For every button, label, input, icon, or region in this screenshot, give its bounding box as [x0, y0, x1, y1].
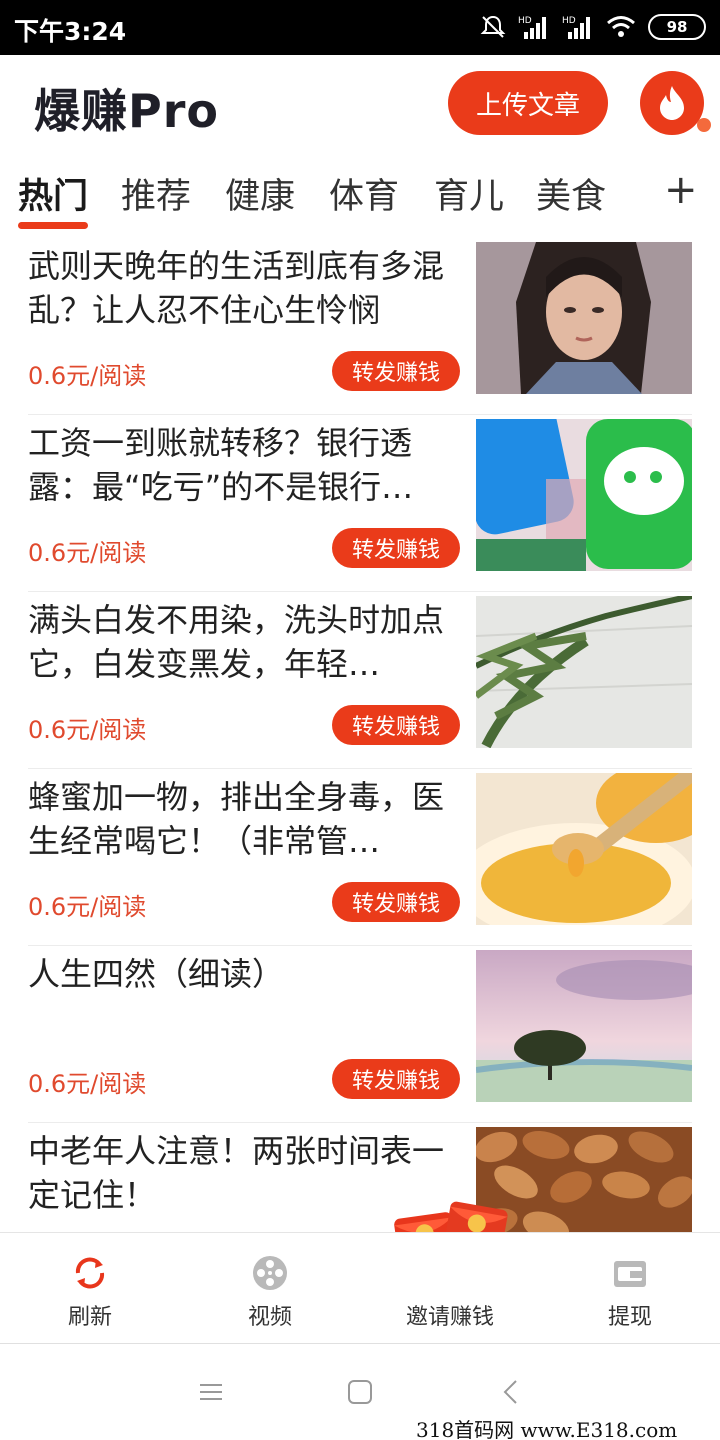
network-label-2: HD — [562, 16, 576, 26]
article-title: 人生四然（细读） — [28, 955, 285, 993]
article-reward: 0.6元/阅读 — [28, 1070, 147, 1098]
share-earn-button[interactable]: 转发赚钱 — [332, 351, 460, 391]
share-earn-button[interactable]: 转发赚钱 — [332, 705, 460, 745]
share-earn-button[interactable]: 转发赚钱 — [332, 1059, 460, 1099]
tab-sports[interactable]: 体育 — [329, 168, 399, 219]
share-earn-button[interactable]: 转发赚钱 — [332, 882, 460, 922]
home-icon[interactable] — [345, 1377, 375, 1407]
nav-refresh[interactable]: 刷新 — [0, 1233, 180, 1345]
status-icons: HD HD 98 — [480, 10, 706, 44]
nav-label: 刷新 — [67, 1305, 112, 1330]
add-tab-button[interactable]: + — [664, 170, 698, 210]
article-thumbnail — [476, 242, 692, 394]
tab-hot[interactable]: 热门 — [18, 168, 88, 219]
share-earn-button[interactable]: 转发赚钱 — [332, 528, 460, 568]
fire-icon — [660, 86, 684, 120]
nav-withdraw[interactable]: 提现 — [540, 1233, 720, 1345]
article-reward: 0.6元/阅读 — [28, 893, 147, 921]
nav-label: 视频 — [247, 1305, 292, 1330]
menu-icon[interactable] — [196, 1377, 226, 1407]
nav-label: 邀请赚钱 — [405, 1305, 494, 1330]
status-time: 下午3:24 — [14, 17, 127, 46]
wallet-icon — [614, 1261, 646, 1287]
article-thumbnail — [476, 950, 692, 1102]
article-title: 蜂蜜加一物，排出全身毒，医生经常喝它！（非常管… — [28, 778, 445, 860]
article-thumbnail — [476, 773, 692, 925]
wifi-icon — [607, 16, 635, 37]
article-item[interactable]: 人生四然（细读） 0.6元/阅读 转发赚钱 — [28, 946, 692, 1123]
article-thumbnail — [476, 419, 692, 571]
refresh-icon — [75, 1257, 105, 1289]
signal-icon-2: HD — [562, 16, 590, 39]
battery-indicator: 98 — [648, 14, 706, 40]
tab-food[interactable]: 美食 — [536, 168, 606, 219]
status-bar: 下午3:24 HD HD 98 — [0, 0, 720, 55]
tab-recommend[interactable]: 推荐 — [121, 168, 191, 219]
app-title: 爆赚Pro — [34, 84, 220, 138]
notification-dot — [697, 118, 711, 132]
article-reward: 0.6元/阅读 — [28, 716, 147, 744]
article-title: 满头白发不用染，洗头时加点它，白发变黑发，年轻… — [28, 601, 445, 683]
network-label: HD — [518, 16, 532, 26]
nav-invite[interactable]: 邀请赚钱 — [360, 1233, 540, 1345]
mute-bell-icon — [480, 15, 506, 38]
upload-article-button[interactable]: 上传文章 — [448, 71, 608, 135]
film-reel-icon — [253, 1256, 287, 1290]
tab-parenting[interactable]: 育儿 — [434, 168, 504, 219]
article-item[interactable]: 蜂蜜加一物，排出全身毒，医生经常喝它！（非常管… 0.6元/阅读 转发赚钱 — [28, 769, 692, 946]
article-thumbnail — [476, 596, 692, 748]
article-title: 工资一到账就转移？银行透露：最“吃亏”的不是银行… — [28, 424, 414, 506]
article-reward: 0.6元/阅读 — [28, 539, 147, 567]
article-item[interactable]: 满头白发不用染，洗头时加点它，白发变黑发，年轻… 0.6元/阅读 转发赚钱 — [28, 592, 692, 769]
article-item[interactable]: 工资一到账就转移？银行透露：最“吃亏”的不是银行… 0.6元/阅读 转发赚钱 — [28, 415, 692, 592]
signal-icon: HD — [518, 16, 546, 39]
nav-label: 提现 — [607, 1305, 652, 1330]
article-title: 武则天晚年的生活到底有多混乱？让人忍不住心生怜悯 — [28, 247, 445, 329]
app-header: 爆赚Pro 上传文章 — [0, 55, 720, 155]
active-tab-indicator — [18, 222, 88, 229]
article-reward: 0.6元/阅读 — [28, 362, 147, 390]
article-item[interactable]: 武则天晚年的生活到底有多混乱？让人忍不住心生怜悯 0.6元/阅读 转发赚钱 — [28, 238, 692, 415]
category-tabs: 热门 推荐 健康 体育 育儿 美食 + — [0, 160, 720, 235]
nav-video[interactable]: 视频 — [180, 1233, 360, 1345]
bottom-nav: 刷新 视频 邀请赚钱 提现 — [0, 1232, 720, 1344]
hot-button[interactable] — [640, 71, 704, 135]
watermark: 318首码网 www.E318.com — [416, 1418, 678, 1440]
tab-health[interactable]: 健康 — [225, 168, 295, 219]
back-icon[interactable] — [496, 1377, 526, 1407]
